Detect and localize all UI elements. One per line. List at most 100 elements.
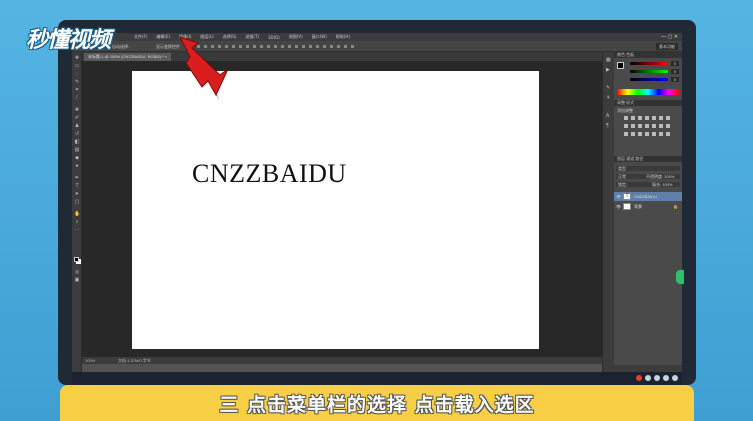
subtitle-bar: 三 点击菜单栏的选择 点击载入选区 [60, 385, 694, 421]
layer-name[interactable]: CNZZBAIDU [634, 192, 657, 201]
dodge-tool-icon[interactable]: ● [74, 164, 80, 169]
lock-icon: 🔒 [673, 204, 678, 209]
system-taskbar [72, 372, 682, 385]
tray-icon[interactable] [645, 375, 651, 381]
tray-icon[interactable] [663, 375, 669, 381]
add-adjustment-label: 添加调整 [617, 108, 633, 113]
layers-panel-footer[interactable] [614, 365, 682, 372]
foreground-color-swatch[interactable] [74, 257, 79, 262]
options-bar: 自动选择: 显示变换控件 基本功能 [72, 41, 682, 52]
document-tab-bar: 未标题-1 @ 100% (CNZZBAIDU, RGB/8) * × [82, 52, 602, 61]
pointer-arrow-icon [179, 36, 229, 101]
color-panel-foreground[interactable] [617, 62, 624, 69]
canvas-workspace: CNZZBAIDU [82, 61, 602, 357]
opacity-field[interactable]: 不透明度: 100% [646, 174, 674, 179]
blend-mode-select[interactable]: 正常 [618, 174, 626, 179]
gradient-tool-icon[interactable]: ▤ [74, 148, 80, 153]
layer-thumbnail: T [623, 193, 631, 200]
eraser-tool-icon[interactable]: ◧ [74, 140, 80, 145]
stamp-tool-icon[interactable]: ♟ [74, 124, 80, 129]
menu-window[interactable]: 窗口(W) [312, 34, 327, 40]
marquee-tool-icon[interactable]: ▭ [74, 64, 80, 69]
menu-edit[interactable]: 编辑(E) [156, 34, 170, 40]
menu-view[interactable]: 视图(V) [289, 34, 303, 40]
clone-source-icon[interactable]: ⚘ [606, 96, 612, 101]
blue-slider[interactable] [630, 78, 668, 81]
red-value[interactable]: 0 [671, 61, 679, 66]
menu-file[interactable]: 文件(F) [134, 34, 147, 40]
blur-tool-icon[interactable]: ◆ [74, 156, 80, 161]
red-slider[interactable] [630, 62, 668, 65]
crop-tool-icon[interactable]: ⌗ [74, 88, 80, 93]
more-tools-icon[interactable]: ⋯ [74, 228, 80, 233]
lock-label: 锁定: [618, 182, 628, 187]
quick-mask-icon[interactable]: ◎ [74, 270, 80, 275]
pen-tool-icon[interactable]: ✒ [74, 176, 80, 181]
adjustment-icons-row-3[interactable] [624, 132, 672, 136]
green-value[interactable]: 0 [671, 69, 679, 74]
layer-item-text[interactable]: 👁 T CNZZBAIDU [614, 192, 682, 201]
layer-item-background[interactable]: 👁 背景 🔒 [614, 202, 682, 211]
character-panel-icon[interactable]: A [606, 114, 612, 119]
paragraph-panel-icon[interactable]: ¶ [606, 124, 612, 129]
adjustment-icons-row-1[interactable] [624, 116, 672, 120]
screen-mode-icon[interactable]: ▣ [74, 278, 80, 283]
layer-thumbnail [623, 203, 631, 210]
tray-icon[interactable] [672, 375, 678, 381]
lasso-tool-icon[interactable]: ◌ [74, 72, 80, 77]
auto-select-label[interactable]: 自动选择: [112, 44, 129, 50]
adjustments-panel-header[interactable]: 调整 样式 [614, 100, 682, 106]
side-float-tab[interactable] [676, 270, 684, 284]
history-brush-icon[interactable]: ↺ [74, 132, 80, 137]
brush-panel-icon[interactable]: ✎ [606, 86, 612, 91]
color-panel-header[interactable]: 颜色 色板 [614, 52, 682, 58]
blend-mode-row: 正常 不透明度: 100% [616, 174, 680, 179]
type-tool-icon[interactable]: T [74, 184, 80, 189]
history-panel-icon[interactable]: ▦ [606, 58, 612, 63]
menu-filter[interactable]: 滤镜(T) [245, 34, 259, 40]
tray-icon[interactable] [654, 375, 660, 381]
layers-panel-header[interactable]: 图层 通道 路径 [614, 156, 682, 162]
right-panels: 颜色 色板 0 0 0 调整 样式 添加调整 图层 通道 路径 类型 正常 不透… [614, 52, 682, 372]
visibility-eye-icon[interactable]: 👁 [616, 202, 621, 211]
blue-value[interactable]: 0 [671, 77, 679, 82]
window-controls[interactable]: — ▢ ✕ [661, 34, 678, 40]
layer-name[interactable]: 背景 [634, 202, 642, 211]
brush-tool-icon[interactable]: ✐ [74, 116, 80, 121]
path-select-icon[interactable]: ➤ [74, 192, 80, 197]
workspace-button[interactable]: 基本功能 [656, 43, 678, 50]
move-tool-icon[interactable]: ✥ [74, 56, 80, 61]
transform-controls-label[interactable]: 显示变换控件 [156, 44, 180, 50]
canvas-text-layer[interactable]: CNZZBAIDU [192, 159, 347, 189]
document-canvas[interactable]: CNZZBAIDU [132, 71, 539, 349]
lock-row: 锁定: 填充: 100% [616, 182, 680, 187]
menu-help[interactable]: 帮助(H) [336, 34, 350, 40]
status-bar: 100% 文档:1.37M/0 字节 [82, 357, 602, 364]
system-tray [636, 375, 678, 381]
menu-3d[interactable]: 3D(D) [268, 35, 280, 40]
actions-panel-icon[interactable]: ▶ [606, 68, 612, 73]
brand-logo: 秒懂视频 [26, 28, 111, 53]
screen-frame: 文件(F) 编辑(E) 图像(I) 图层(L) 选择(S) 滤镜(T) 3D(D… [58, 20, 696, 385]
input-method-icon[interactable] [636, 375, 642, 381]
hand-tool-icon[interactable]: ✋ [74, 212, 80, 217]
fill-field[interactable]: 填充: 100% [652, 182, 672, 187]
healing-tool-icon[interactable]: ✚ [74, 108, 80, 113]
shape-tool-icon[interactable]: ▢ [74, 200, 80, 205]
zoom-tool-icon[interactable]: ⌕ [74, 220, 80, 225]
green-slider[interactable] [630, 70, 668, 73]
document-tab[interactable]: 未标题-1 @ 100% (CNZZBAIDU, RGB/8) * × [84, 53, 172, 61]
document-info: 文档:1.37M/0 字节 [118, 358, 151, 363]
layer-filter-kind[interactable]: 类型 [616, 166, 680, 171]
layer-kind-label: 类型 [618, 166, 626, 171]
tools-panel: ✥ ▭ ◌ ✎ ⌗ ⁄ ✚ ✐ ♟ ↺ ◧ ▤ ◆ ● ✒ T ➤ ▢ ✋ ⌕ … [72, 52, 82, 372]
quick-select-tool-icon[interactable]: ✎ [74, 80, 80, 85]
photoshop-window: 文件(F) 编辑(E) 图像(I) 图层(L) 选择(S) 滤镜(T) 3D(D… [72, 33, 682, 385]
eyedropper-tool-icon[interactable]: ⁄ [74, 96, 80, 101]
visibility-eye-icon[interactable]: 👁 [616, 192, 621, 201]
adjustment-icons-row-2[interactable] [624, 124, 672, 128]
zoom-level[interactable]: 100% [85, 358, 95, 363]
color-spectrum[interactable] [617, 89, 679, 95]
subtitle-text: 三 点击菜单栏的选择 点击载入选区 [219, 393, 535, 416]
menu-bar: 文件(F) 编辑(E) 图像(I) 图层(L) 选择(S) 滤镜(T) 3D(D… [72, 33, 682, 41]
